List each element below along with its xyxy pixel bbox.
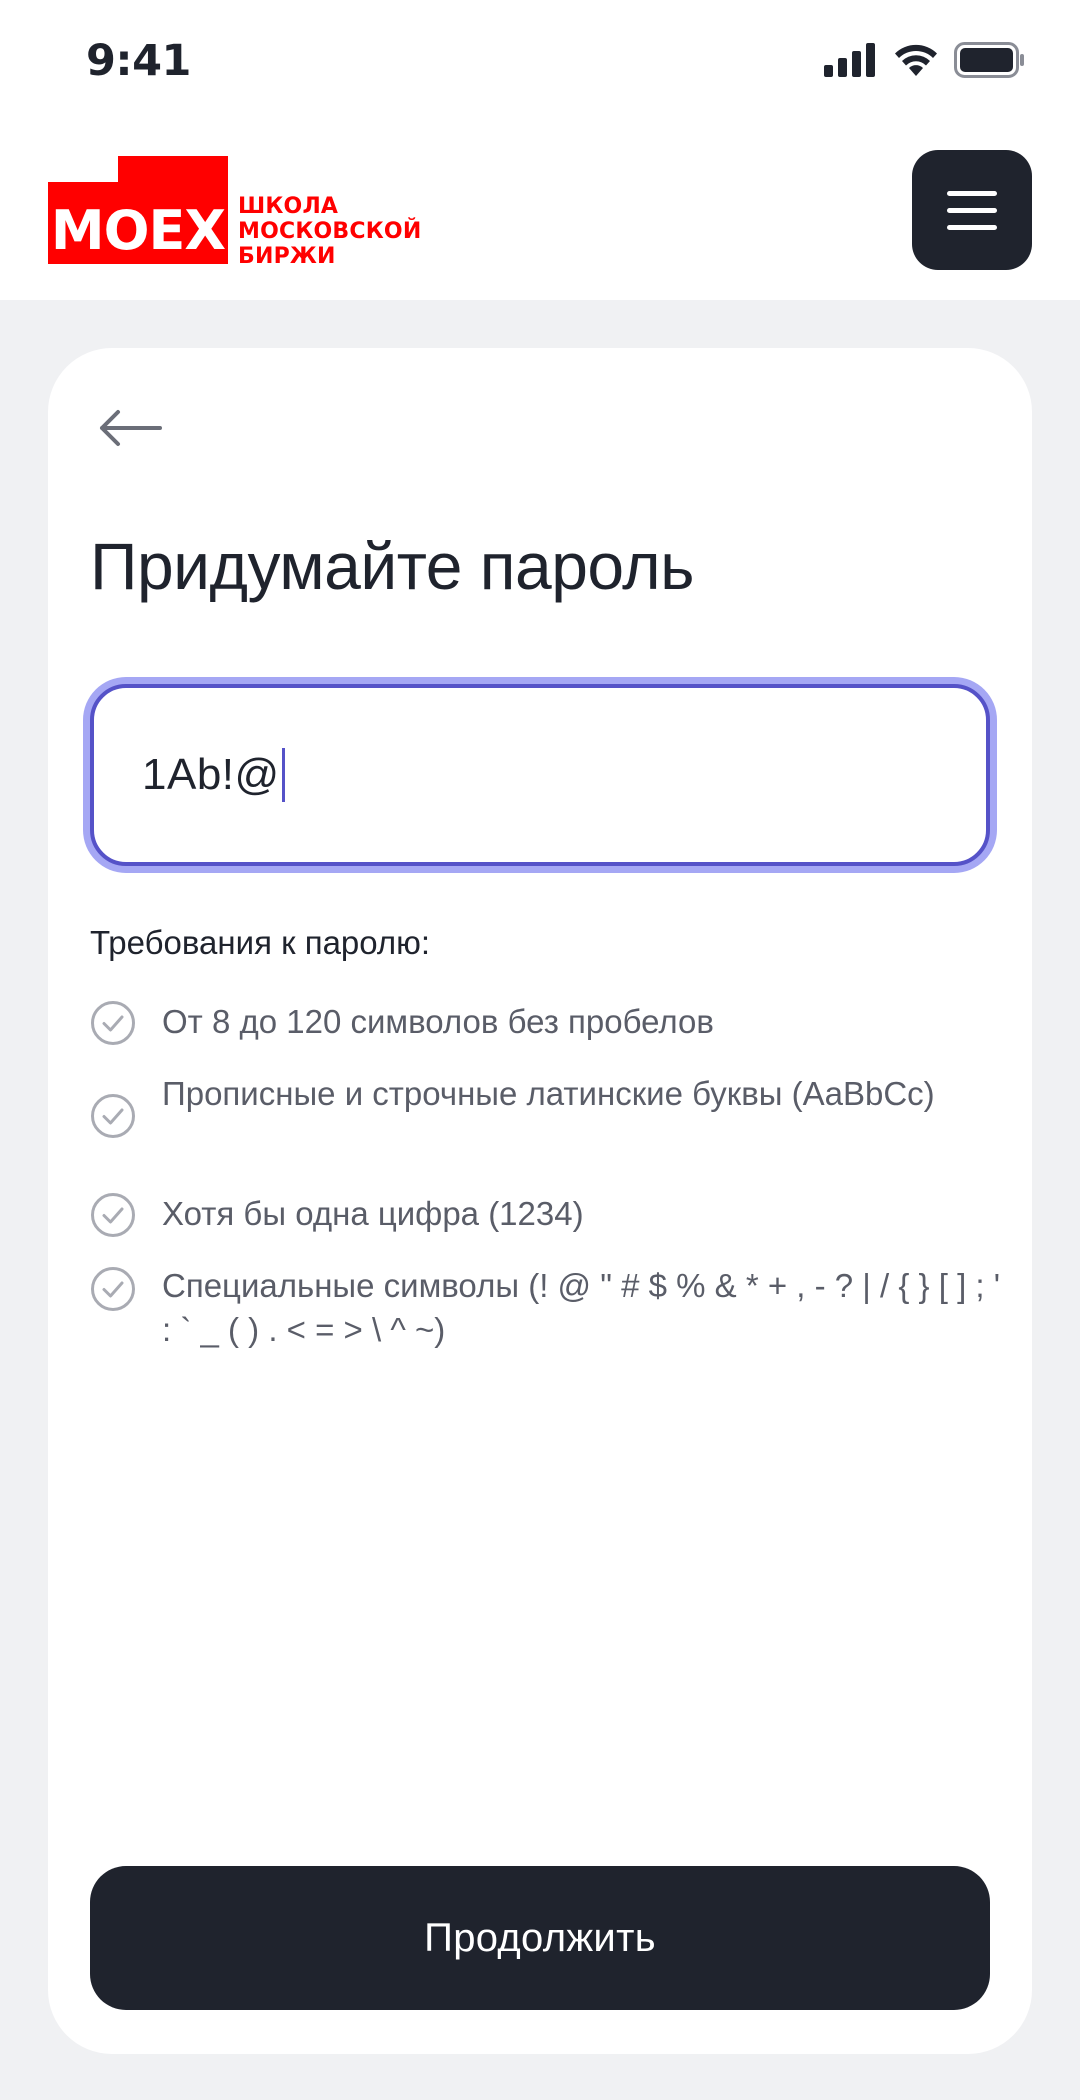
status-icons bbox=[824, 42, 1026, 78]
battery-icon bbox=[954, 42, 1024, 78]
password-card: Придумайте пароль 1Ab!@ Требования к пар… bbox=[48, 348, 1032, 2054]
continue-button[interactable]: Продолжить bbox=[90, 1866, 990, 2010]
logo-mark-text: MOEX bbox=[50, 198, 226, 262]
logo-line-2: МОСКОВСКОЙ bbox=[238, 219, 422, 244]
requirement-text: Специальные символы (! @ " # $ % & * + ,… bbox=[162, 1267, 1001, 1348]
requirement-text: Хотя бы одна цифра (1234) bbox=[162, 1195, 584, 1232]
password-value: 1Ab!@ bbox=[142, 750, 280, 799]
check-circle-icon bbox=[91, 1001, 135, 1045]
status-bar: 9:41 bbox=[0, 0, 1080, 130]
check-circle-icon bbox=[91, 1094, 135, 1138]
menu-button[interactable] bbox=[912, 150, 1032, 270]
requirement-text: Прописные и строчные латинские буквы (Aa… bbox=[162, 1075, 935, 1112]
logo-line-3: БИРЖИ bbox=[238, 244, 336, 269]
requirement-text: От 8 до 120 символов без пробелов bbox=[162, 1003, 714, 1040]
wifi-icon bbox=[895, 44, 937, 76]
check-circle-icon bbox=[91, 1193, 135, 1237]
text-caret bbox=[281, 748, 285, 802]
screen: 9:41 MOEX ШКОЛА МОСКОВСКОЙ БИРЖИ Придума… bbox=[0, 0, 1080, 2100]
page-title: Придумайте пароль bbox=[90, 529, 695, 603]
requirement-item: Хотя бы одна цифра (1234) bbox=[90, 1192, 990, 1238]
hamburger-menu-icon bbox=[947, 190, 997, 196]
arrow-left-icon bbox=[100, 410, 162, 446]
requirements-title: Требования к паролю: bbox=[90, 924, 431, 961]
password-input[interactable]: 1Ab!@ bbox=[90, 684, 990, 866]
requirement-item: Прописные и строчные латинские буквы (Aa… bbox=[90, 1072, 990, 1160]
check-circle-icon bbox=[91, 1267, 135, 1311]
requirement-item: Специальные символы (! @ " # $ % & * + ,… bbox=[90, 1264, 1000, 1352]
logo-mark: MOEX bbox=[48, 156, 228, 264]
status-time: 9:41 bbox=[86, 36, 191, 86]
moex-school-logo[interactable]: MOEX ШКОЛА МОСКОВСКОЙ БИРЖИ bbox=[48, 156, 428, 269]
continue-button-label: Продолжить bbox=[424, 1915, 656, 1960]
logo-text: ШКОЛА МОСКОВСКОЙ БИРЖИ bbox=[238, 194, 421, 269]
back-button[interactable] bbox=[90, 398, 170, 458]
logo-line-1: ШКОЛА bbox=[238, 194, 339, 219]
header: MOEX ШКОЛА МОСКОВСКОЙ БИРЖИ bbox=[0, 130, 1080, 300]
requirement-item: От 8 до 120 символов без пробелов bbox=[90, 1000, 990, 1046]
signal-icon bbox=[824, 43, 875, 77]
